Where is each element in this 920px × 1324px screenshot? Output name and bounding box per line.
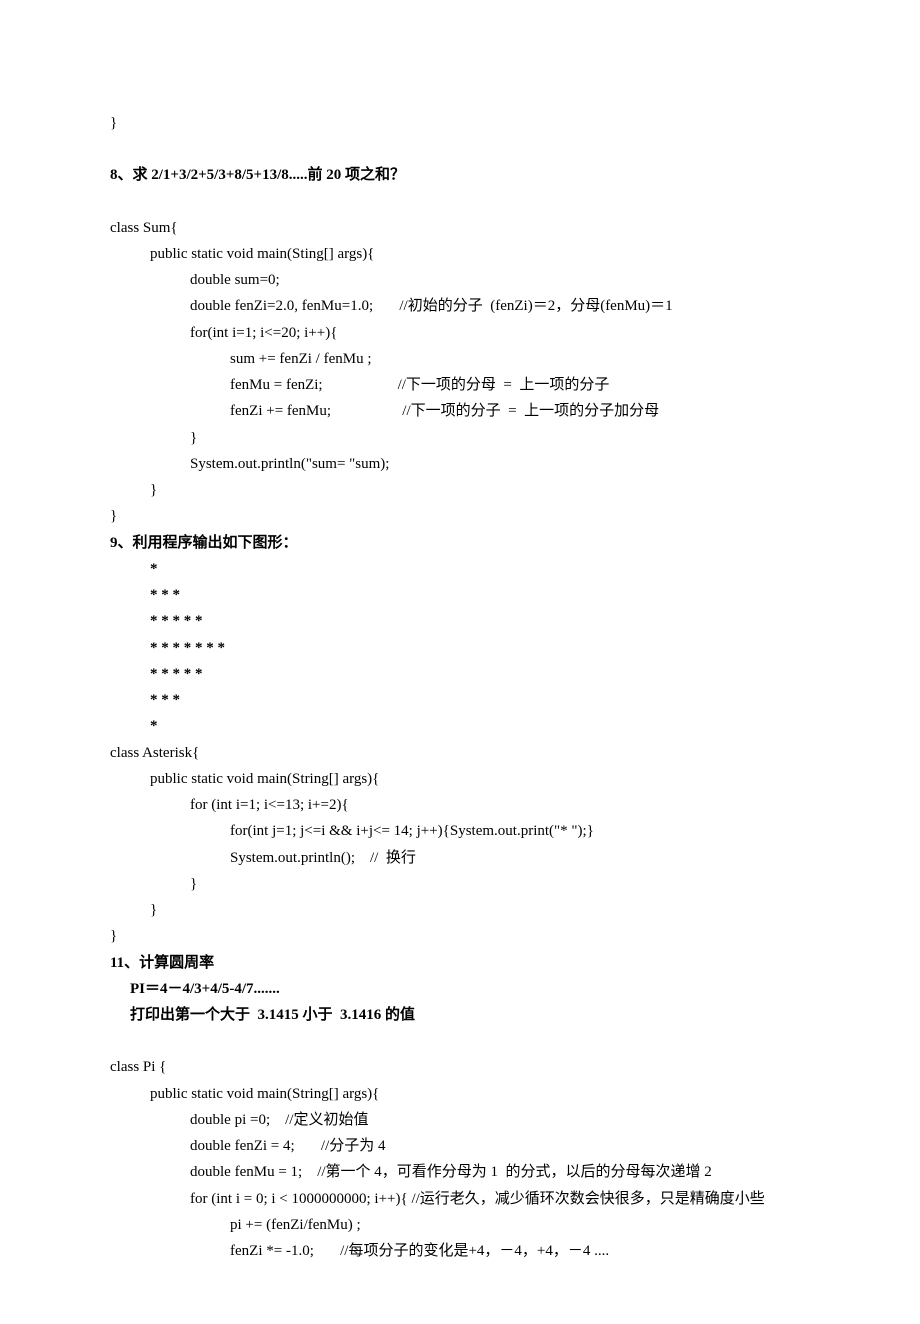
code-line: double fenMu = 1; //第一个 4，可看作分母为 1 的分式，以… bbox=[110, 1159, 810, 1185]
code-line: } bbox=[110, 110, 810, 136]
heading-8: 8、求 2/1+3/2+5/3+8/5+13/8.....前 20 项之和？ bbox=[110, 162, 810, 188]
asterisk-row: * * * * * bbox=[110, 661, 810, 687]
code-line: for (int i=1; i<=13; i+=2){ bbox=[110, 792, 810, 818]
asterisk-row: * * * bbox=[110, 582, 810, 608]
asterisk-row: * bbox=[110, 556, 810, 582]
code-line: class Asterisk{ bbox=[110, 740, 810, 766]
code-line: for(int i=1; i<=20; i++){ bbox=[110, 320, 810, 346]
code-line: fenZi *= -1.0; //每项分子的变化是+4，－4，+4，－4 ...… bbox=[110, 1238, 810, 1264]
code-line: double pi =0; //定义初始值 bbox=[110, 1107, 810, 1133]
code-line: pi += (fenZi/fenMu) ; bbox=[110, 1212, 810, 1238]
code-line: fenZi += fenMu; //下一项的分子 = 上一项的分子加分母 bbox=[110, 398, 810, 424]
code-line: public static void main(Sting[] args){ bbox=[110, 241, 810, 267]
spacer bbox=[110, 136, 810, 162]
heading-9: 9、利用程序输出如下图形： bbox=[110, 530, 810, 556]
code-line: for(int j=1; j<=i && i+j<= 14; j++){Syst… bbox=[110, 818, 810, 844]
code-line: System.out.println("sum= "sum); bbox=[110, 451, 810, 477]
code-line: double sum=0; bbox=[110, 267, 810, 293]
code-line: } bbox=[110, 923, 810, 949]
code-line: } bbox=[110, 871, 810, 897]
heading-11-sub: PI＝4－4/3+4/5-4/7....... bbox=[110, 976, 810, 1002]
heading-11: 11、计算圆周率 bbox=[110, 950, 810, 976]
code-line: public static void main(String[] args){ bbox=[110, 766, 810, 792]
code-line: class Sum{ bbox=[110, 215, 810, 241]
code-line: } bbox=[110, 425, 810, 451]
code-line: fenMu = fenZi; //下一项的分母 = 上一项的分子 bbox=[110, 372, 810, 398]
code-line: double fenZi=2.0, fenMu=1.0; //初始的分子 (fe… bbox=[110, 293, 810, 319]
document-page: } 8、求 2/1+3/2+5/3+8/5+13/8.....前 20 项之和？… bbox=[0, 0, 920, 1324]
code-line: class Pi { bbox=[110, 1054, 810, 1080]
code-line: double fenZi = 4; //分子为 4 bbox=[110, 1133, 810, 1159]
heading-11-sub: 打印出第一个大于 3.1415 小于 3.1416 的值 bbox=[110, 1002, 810, 1028]
code-line: } bbox=[110, 477, 810, 503]
code-line: sum += fenZi / fenMu ; bbox=[110, 346, 810, 372]
asterisk-row: * * * bbox=[110, 687, 810, 713]
asterisk-row: * * * * * bbox=[110, 608, 810, 634]
code-line: } bbox=[110, 503, 810, 529]
code-line: System.out.println(); // 换行 bbox=[110, 845, 810, 871]
asterisk-row: * * * * * * * bbox=[110, 635, 810, 661]
spacer bbox=[110, 189, 810, 215]
asterisk-row: * bbox=[110, 713, 810, 739]
code-line: public static void main(String[] args){ bbox=[110, 1081, 810, 1107]
code-line: } bbox=[110, 897, 810, 923]
spacer bbox=[110, 1028, 810, 1054]
code-line: for (int i = 0; i < 1000000000; i++){ //… bbox=[110, 1186, 810, 1212]
